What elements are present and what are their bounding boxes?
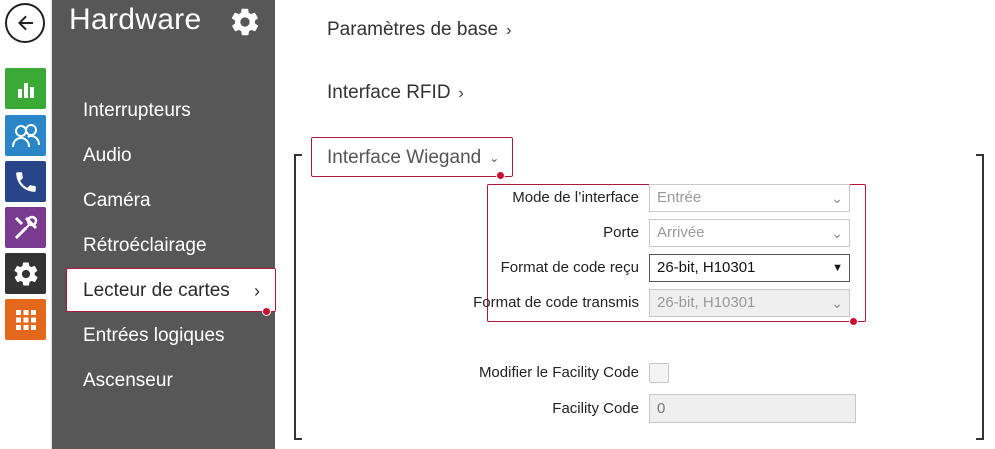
back-arrow-icon[interactable]	[5, 3, 45, 43]
interface-mode-value: Entrée	[657, 189, 702, 206]
sidebar-item-camera[interactable]: Caméra	[83, 190, 151, 212]
group-bracket-left	[294, 154, 302, 440]
chevron-down-icon: ⌄	[831, 295, 843, 311]
facility-code-input[interactable]: 0	[649, 394, 856, 423]
sidebar-item-lecteur-de-cartes[interactable]: Lecteur de cartes ›	[66, 268, 276, 312]
settings-gear-icon[interactable]	[229, 6, 261, 38]
section-label: Interface Wiegand	[327, 147, 482, 169]
section-parametres-de-base[interactable]: Paramètres de base ›	[327, 19, 511, 41]
door-select[interactable]: Arrivée ⌄	[649, 219, 850, 247]
transmitted-format-select[interactable]: 26-bit, H10301 ⌄	[649, 289, 850, 317]
door-label: Porte	[603, 224, 639, 241]
interface-mode-select[interactable]: Entrée ⌄	[649, 184, 850, 212]
marker-dot	[849, 317, 858, 326]
gear-icon[interactable]	[5, 253, 46, 294]
chevron-down-icon: ⌄	[831, 190, 843, 206]
section-label: Interface RFID	[327, 82, 451, 103]
icon-rail	[0, 0, 52, 449]
users-icon[interactable]	[5, 115, 46, 156]
modify-facility-checkbox[interactable]	[649, 363, 669, 383]
grid-icon[interactable]	[5, 299, 46, 340]
group-bracket-right	[976, 154, 984, 440]
marker-dot	[262, 307, 271, 316]
chevron-right-icon: ›	[506, 22, 512, 39]
caret-down-icon: ▼	[832, 262, 843, 274]
section-interface-rfid[interactable]: Interface RFID ›	[327, 82, 464, 104]
sidebar-item-retroeclairage[interactable]: Rétroéclairage	[83, 235, 207, 257]
sidebar-item-ascenseur[interactable]: Ascenseur	[83, 370, 173, 392]
received-format-label: Format de code reçu	[500, 259, 639, 276]
transmitted-format-value: 26-bit, H10301	[657, 294, 756, 311]
received-format-value: 26-bit, H10301	[657, 259, 756, 276]
chevron-right-icon: ›	[254, 281, 260, 301]
modify-facility-label: Modifier le Facility Code	[478, 364, 639, 381]
received-format-select[interactable]: 26-bit, H10301 ▼	[649, 254, 850, 282]
stats-icon[interactable]	[5, 68, 46, 109]
section-label: Paramètres de base	[327, 19, 499, 40]
door-value: Arrivée	[657, 224, 705, 241]
chevron-right-icon: ›	[458, 85, 464, 102]
section-interface-wiegand[interactable]: Interface Wiegand ⌄	[311, 137, 513, 177]
transmitted-format-label: Format de code transmis	[473, 294, 639, 311]
chevron-down-icon: ⌄	[831, 225, 843, 241]
phone-icon[interactable]	[5, 161, 46, 202]
marker-dot	[496, 171, 505, 180]
facility-code-label: Facility Code	[552, 400, 639, 417]
chevron-down-icon: ⌄	[489, 151, 500, 165]
sidebar-item-audio[interactable]: Audio	[83, 145, 132, 167]
sidebar-title: Hardware	[69, 3, 202, 36]
hardware-sidebar: Hardware Interrupteurs Audio Caméra Rétr…	[52, 0, 276, 449]
tools-icon[interactable]	[5, 207, 46, 248]
sidebar-item-entrees-logiques[interactable]: Entrées logiques	[83, 325, 225, 347]
interface-mode-label: Mode de l’interface	[512, 189, 639, 206]
sidebar-item-label: Lecteur de cartes	[83, 280, 230, 301]
sidebar-item-interrupteurs[interactable]: Interrupteurs	[83, 100, 191, 122]
